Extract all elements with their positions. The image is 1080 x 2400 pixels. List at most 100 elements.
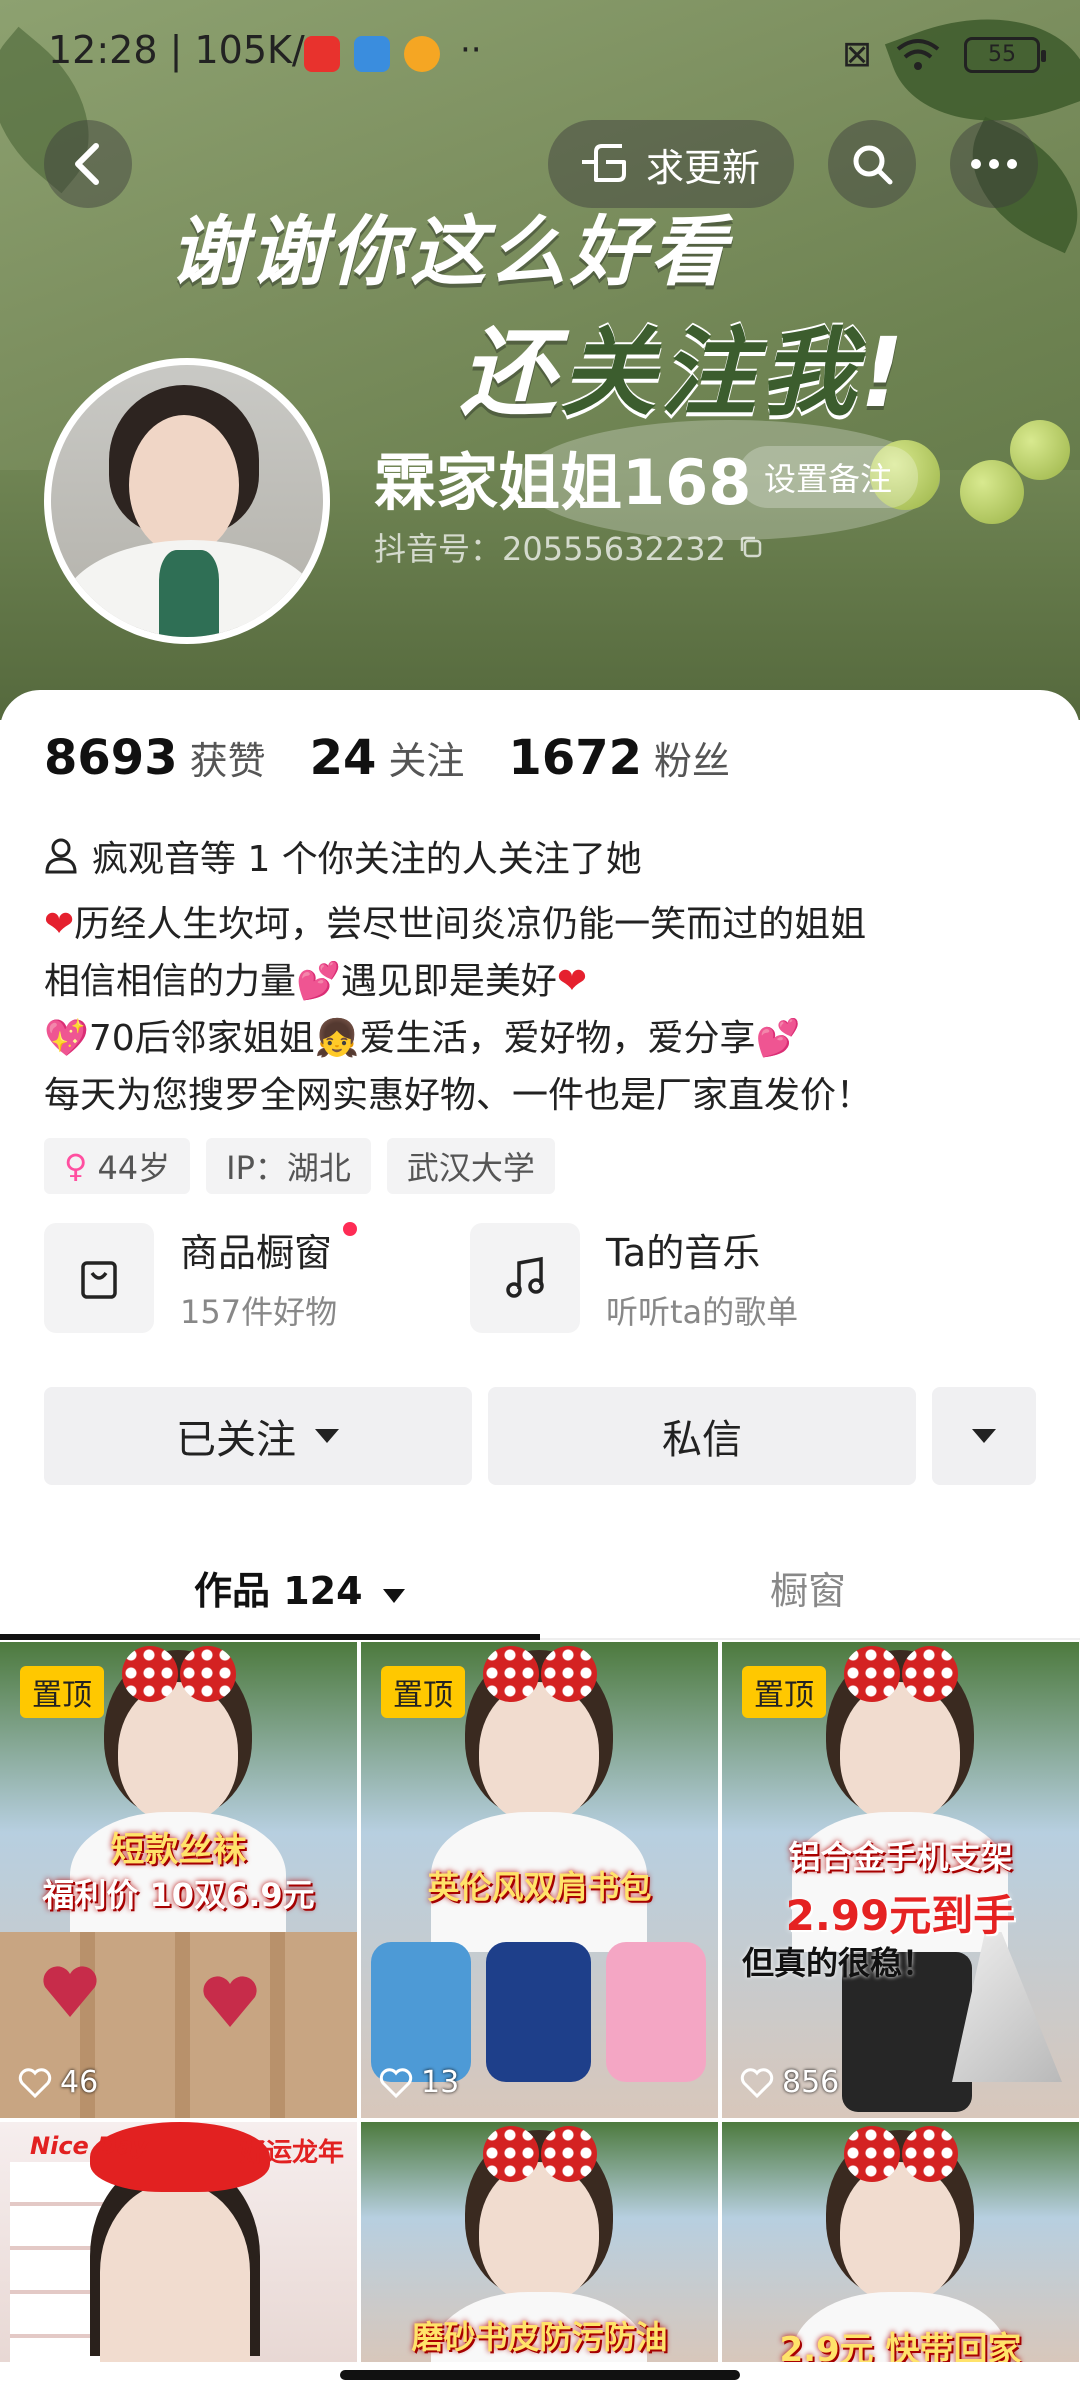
red-heart-icon: ❤	[556, 961, 588, 1002]
mutual-follow-text: 疯观音等 1 个你关注的人关注了她	[92, 839, 642, 880]
backpack-pink	[606, 1942, 706, 2082]
caret-down-icon	[382, 1589, 405, 1603]
bio-text: 70后邻家姐姐	[88, 1018, 315, 1059]
video-caption: 但真的很稳！	[742, 1944, 935, 1982]
more-dots-icon	[971, 159, 1017, 169]
tab-works[interactable]: 作品 124	[194, 1560, 406, 1615]
search-icon	[853, 145, 893, 185]
avatar[interactable]	[44, 358, 330, 644]
profile-tags: ♀ 44岁 IP：湖北 武汉大学	[44, 1138, 555, 1194]
status-time: 12:28 | 105K/s	[48, 28, 325, 72]
bow-decoration	[844, 1646, 958, 1702]
two-hearts-icon: 💕	[296, 961, 341, 1002]
back-button[interactable]	[44, 120, 132, 208]
video-caption: 短款丝袜	[110, 1830, 247, 1870]
more-button[interactable]	[950, 120, 1038, 208]
like-count-value: 856	[782, 2065, 840, 2100]
video-caption: 好运龙年	[240, 2138, 345, 2168]
clock: 12:28	[48, 28, 158, 72]
profile-stats: 8693 获赞 24 关注 1672 粉丝	[44, 730, 774, 786]
presenter-head	[100, 2182, 250, 2362]
bow-decoration	[483, 2126, 597, 2182]
presenter-head	[118, 1682, 238, 1822]
home-indicator[interactable]	[340, 2370, 740, 2380]
banner-text-suffix: !	[860, 317, 908, 429]
following-count[interactable]: 24	[310, 730, 377, 786]
mutual-follow-info[interactable]: 疯观音等 1 个你关注的人关注了她	[44, 830, 642, 882]
video-caption: 磨砂书皮防污防油	[411, 2318, 668, 2356]
video-caption: 2.99元到手	[785, 1891, 1016, 1940]
notification-dot	[343, 1222, 358, 1236]
followers-label: 粉丝	[654, 739, 731, 783]
video-thumbnail[interactable]: 置顶 短款丝袜 福利价 10双6.9元 46	[0, 1642, 357, 2118]
tab-shop-window[interactable]: 橱窗	[770, 1560, 846, 1615]
female-icon: ♀	[64, 1147, 88, 1185]
music-note-icon	[470, 1222, 580, 1333]
pointing-hand-icon	[582, 144, 626, 182]
status-bar: 12:28 | 105K/s ·· ⊠ 55	[0, 0, 1080, 100]
like-count-value: 46	[60, 2065, 99, 2100]
banner-lime	[960, 460, 1024, 524]
sim-off-icon: ⊠	[841, 34, 872, 75]
presenter-head	[479, 1682, 599, 1822]
music-title: Ta的音乐	[606, 1231, 761, 1275]
video-thumbnail[interactable]: 磨砂书皮防污防油	[361, 2122, 718, 2362]
presenter-head	[479, 2162, 599, 2302]
bow-decoration	[483, 1646, 597, 1702]
likes-count[interactable]: 8693	[44, 730, 178, 786]
video-caption: 英伦风双肩书包	[427, 1868, 652, 1906]
bio-text: 相信相信的力量	[44, 961, 297, 1002]
tab-works-label: 作品 124	[194, 1569, 363, 1613]
shop-window-title-text: 商品橱窗	[180, 1231, 333, 1275]
bio-text: 爱生活，爱好物，爱分享	[359, 1018, 756, 1059]
ip-tag: IP：湖北	[206, 1138, 371, 1194]
pinned-badge: 置顶	[742, 1666, 826, 1718]
pinned-badge: 置顶	[20, 1666, 104, 1718]
girl-icon: 👧	[314, 1018, 360, 1059]
caret-down-icon	[315, 1429, 339, 1443]
bio-text: 遇见即是美好	[340, 961, 557, 1002]
bio-line: ❤历经人生坎坷，尝尽世间炎凉仍能一笑而过的姐姐	[44, 896, 1044, 953]
like-count: 46	[18, 2065, 98, 2100]
status-right: ⊠ 55	[841, 34, 1046, 75]
followed-button[interactable]: 已关注	[44, 1387, 472, 1485]
request-update-label: 求更新	[646, 145, 761, 190]
like-count: 13	[379, 2065, 459, 2100]
copy-icon[interactable]	[738, 534, 764, 560]
expand-button[interactable]	[932, 1387, 1036, 1485]
backpack-blue	[371, 1942, 471, 2082]
bio-line: 相信相信的力量💕遇见即是美好❤	[44, 953, 1044, 1010]
request-update-button[interactable]: 求更新	[548, 120, 795, 208]
message-button[interactable]: 私信	[488, 1387, 916, 1485]
map-app-icon	[354, 36, 390, 72]
avatar-shirt	[159, 550, 219, 637]
followers-count[interactable]: 1672	[508, 730, 642, 786]
bio-text: 每天为您搜罗全网实惠好物、一件也是厂家直发价！	[44, 1075, 873, 1116]
banner-text-prefix: 还	[460, 317, 560, 429]
back-arrow-icon	[75, 143, 99, 185]
profile-name: 霖家姐姐168	[374, 446, 752, 519]
heart-outline-icon	[18, 2067, 52, 2098]
douyin-id[interactable]: 抖音号：20555632232	[374, 524, 764, 570]
shopping-bag-icon	[44, 1222, 154, 1333]
avatar-face	[129, 415, 239, 555]
video-thumbnail[interactable]: 2.9元 快带回家	[722, 2122, 1079, 2362]
person-icon	[45, 838, 77, 874]
set-remark-button[interactable]: 设置备注	[738, 446, 919, 508]
following-label: 关注	[388, 739, 465, 783]
video-caption: 福利价 10双6.9元	[42, 1876, 315, 1914]
backpack-navy	[486, 1942, 591, 2082]
music-entry[interactable]: Ta的音乐 听听ta的歌单	[470, 1222, 798, 1333]
music-subtitle: 听听ta的歌单	[606, 1293, 799, 1331]
video-caption: 2.9元 快带回家	[779, 2330, 1022, 2362]
music-text: Ta的音乐 听听ta的歌单	[606, 1222, 798, 1333]
banner-text-highlight: 关注我	[560, 317, 860, 429]
banner-lime	[1010, 420, 1070, 480]
search-button[interactable]	[828, 120, 916, 208]
video-thumbnail[interactable]: 置顶 铝合金手机支架 2.99元到手 但真的很稳！ 856	[722, 1642, 1079, 2118]
video-caption: Nice Day	[30, 2132, 149, 2160]
video-thumbnail[interactable]: 置顶 英伦风双肩书包 13	[361, 1642, 718, 2118]
shop-window-entry[interactable]: 商品橱窗 157件好物	[44, 1222, 358, 1333]
school-tag[interactable]: 武汉大学	[386, 1138, 555, 1194]
video-thumbnail[interactable]: 好运龙年 Nice Day	[0, 2122, 357, 2362]
